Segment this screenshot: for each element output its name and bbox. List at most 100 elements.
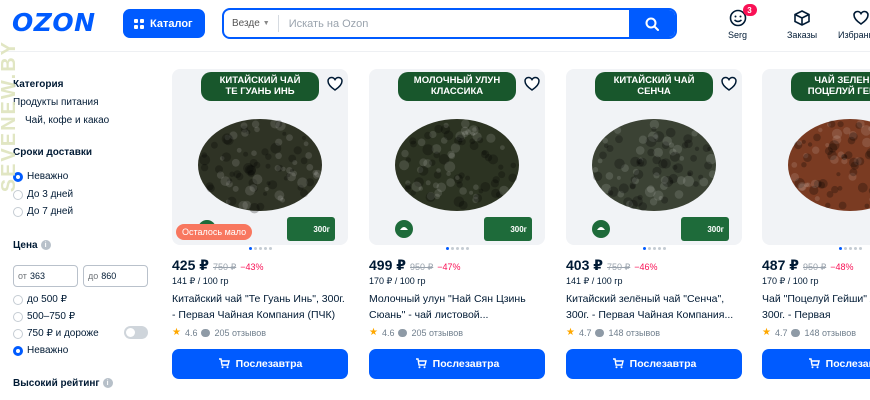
reviews-count[interactable]: 205 отзывов <box>411 328 463 338</box>
price-to-field[interactable]: до 860 <box>83 265 148 287</box>
rating-heading: Высокий рейтинг i <box>13 378 113 389</box>
delivery-button-label: Послезавтра <box>235 358 303 370</box>
rating-row: ★ 4.6 205 отзывов <box>172 327 266 338</box>
review-bubble-icon <box>595 328 605 337</box>
filter-sidebar: Категория Продукты питания Чай, кофе и к… <box>0 52 160 400</box>
product-card[interactable]: ЧАЙ ЗЕЛЕНЫЙ ПОЦЕЛУЙ ГЕЙШИ 487 ₽ 950 ₽−48% 1… <box>762 69 870 383</box>
delivery-button-label: Послезавтра <box>629 358 697 370</box>
unit-price: 170 ₽ / 100 гр <box>369 276 426 286</box>
reviews-count[interactable]: 205 отзывов <box>214 328 266 338</box>
product-title-link[interactable]: Китайский зелёный чай "Сенча", 300г. - П… <box>566 291 742 323</box>
delivery-button-label: Послезавтра <box>825 358 870 370</box>
price-option-label: 750 ₽ и дороже <box>27 328 99 339</box>
category-link-tea[interactable]: Чай, кофе и какао <box>25 115 109 126</box>
search-scope-select[interactable]: Везде ▼ <box>224 15 279 32</box>
reviews-count[interactable]: 148 отзывов <box>804 328 856 338</box>
pack-weight-label: 300г <box>484 217 532 241</box>
product-title-link[interactable]: Чай "Поцелуй Гейши" листовой, 300г. - Пе… <box>762 291 870 323</box>
price-row: 425 ₽ 750 ₽ −43% <box>172 257 264 274</box>
old-price: 950 ₽ <box>803 262 827 272</box>
search-button[interactable] <box>629 10 675 37</box>
pack-weight-label: 300г <box>681 217 729 241</box>
favorite-heart-icon[interactable] <box>523 75 541 93</box>
current-price: 403 ₽ <box>566 257 603 273</box>
delivery-cart-button[interactable]: Послезавтра <box>369 349 545 379</box>
star-icon: ★ <box>369 327 378 338</box>
reviews-count[interactable]: 148 отзывов <box>608 328 660 338</box>
product-ribbon-label: КИТАЙСКИЙ ЧАЙ ТЕ ГУАНЬ ИНЬ <box>201 72 319 101</box>
old-price: 750 ₽ <box>607 262 631 272</box>
image-pagination-dots <box>762 247 870 250</box>
price-to-value: 860 <box>101 271 117 281</box>
rating-value: 4.6 <box>381 327 395 338</box>
search-input[interactable] <box>278 17 629 30</box>
search-scope-label: Везде <box>232 18 260 29</box>
radio-selected-icon <box>13 171 23 182</box>
delivery-option-any[interactable]: Неважно <box>13 171 68 182</box>
rating-row: ★ 4.7 148 отзывов <box>762 327 856 338</box>
delivery-cart-button[interactable]: Послезавтра <box>172 349 348 379</box>
favorite-heart-icon[interactable] <box>326 75 344 93</box>
rating-row: ★ 4.6 205 отзывов <box>369 327 463 338</box>
product-card[interactable]: КИТАЙСКИЙ ЧАЙ ТЕ ГУАНЬ ИНЬ 300г Осталось м… <box>172 69 348 383</box>
review-bubble-icon <box>791 328 801 337</box>
discount-percent: −47% <box>437 262 461 272</box>
price-heading-label: Цена <box>13 240 38 251</box>
product-image[interactable]: КИТАЙСКИЙ ЧАЙ СЕНЧА 300г <box>566 69 742 245</box>
delivery-option-3-days[interactable]: До 3 дней <box>13 189 73 200</box>
ozon-logo[interactable]: OZON <box>12 10 96 35</box>
delivery-option-label: Неважно <box>27 171 69 182</box>
delivery-cart-button[interactable]: Послезавтра <box>762 349 870 379</box>
price-row: 487 ₽ 950 ₽ −48% <box>762 257 854 274</box>
discount-percent: −43% <box>240 262 264 272</box>
product-image[interactable]: ЧАЙ ЗЕЛЕНЫЙ ПОЦЕЛУЙ ГЕЙШИ <box>762 69 870 245</box>
cart-icon <box>808 357 820 372</box>
low-stock-badge: Осталось мало <box>176 224 253 240</box>
product-ribbon-label: МОЛОЧНЫЙ УЛУН КЛАССИКА <box>398 72 516 101</box>
unit-price: 141 ₽ / 100 гр <box>172 276 229 286</box>
rating-value: 4.7 <box>578 327 592 338</box>
star-icon: ★ <box>762 327 771 338</box>
tea-leaves-image <box>782 107 870 217</box>
radio-icon <box>13 294 23 305</box>
info-icon[interactable]: i <box>40 240 51 251</box>
price-option-over-750[interactable]: 750 ₽ и дороже <box>13 328 99 339</box>
star-icon: ★ <box>566 327 575 338</box>
catalog-button[interactable]: Каталог <box>123 9 205 38</box>
delivery-cart-button[interactable]: Послезавтра <box>566 349 742 379</box>
price-option-any[interactable]: Неважно <box>13 345 68 356</box>
delivery-option-7-days[interactable]: До 7 дней <box>13 206 73 217</box>
product-ribbon-label: ЧАЙ ЗЕЛЕНЫЙ ПОЦЕЛУЙ ГЕЙШИ <box>791 72 870 101</box>
top-header: OZON Каталог Везде ▼ 3 Serg Заказы Избра… <box>0 0 870 52</box>
product-title-link[interactable]: Молочный улун "Най Сян Цзинь Сюань" - ча… <box>369 291 545 323</box>
radio-icon <box>13 311 23 322</box>
tea-leaves-image <box>586 107 722 217</box>
old-price: 950 ₽ <box>410 262 434 272</box>
discount-percent: −48% <box>830 262 854 272</box>
radio-selected-icon <box>13 345 23 356</box>
grid-icon <box>134 18 144 29</box>
profile-label: Serg <box>728 30 748 40</box>
profile-button[interactable]: 3 Serg <box>728 4 757 40</box>
product-image[interactable]: КИТАЙСКИЙ ЧАЙ ТЕ ГУАНЬ ИНЬ 300г Осталось м… <box>172 69 348 245</box>
product-image[interactable]: МОЛОЧНЫЙ УЛУН КЛАССИКА 300г <box>369 69 545 245</box>
catalog-button-label: Каталог <box>150 17 193 30</box>
product-card[interactable]: МОЛОЧНЫЙ УЛУН КЛАССИКА 300г 499 ₽ 950 ₽ −47%… <box>369 69 545 383</box>
price-row: 403 ₽ 750 ₽ −46% <box>566 257 658 274</box>
category-link-food[interactable]: Продукты питания <box>13 97 99 108</box>
price-from-prefix: от <box>18 271 27 281</box>
product-title-link[interactable]: Китайский чай "Те Гуань Инь", 300г. - Пе… <box>172 291 348 323</box>
favorite-heart-icon[interactable] <box>720 75 738 93</box>
current-price: 425 ₽ <box>172 257 209 273</box>
radio-icon <box>13 206 23 217</box>
price-option-500-750[interactable]: 500–750 ₽ <box>13 311 75 322</box>
info-icon[interactable]: i <box>102 378 113 389</box>
product-card[interactable]: КИТАЙСКИЙ ЧАЙ СЕНЧА 300г 403 ₽ 750 ₽ −46% 141… <box>566 69 742 383</box>
unit-price: 170 ₽ / 100 гр <box>762 276 819 286</box>
rating-value: 4.6 <box>184 327 198 338</box>
rating-value: 4.7 <box>774 327 788 338</box>
high-rating-toggle[interactable] <box>124 326 148 339</box>
price-option-under-500[interactable]: до 500 ₽ <box>13 294 67 305</box>
price-from-field[interactable]: от 363 <box>13 265 78 287</box>
current-price: 487 ₽ <box>762 257 799 273</box>
